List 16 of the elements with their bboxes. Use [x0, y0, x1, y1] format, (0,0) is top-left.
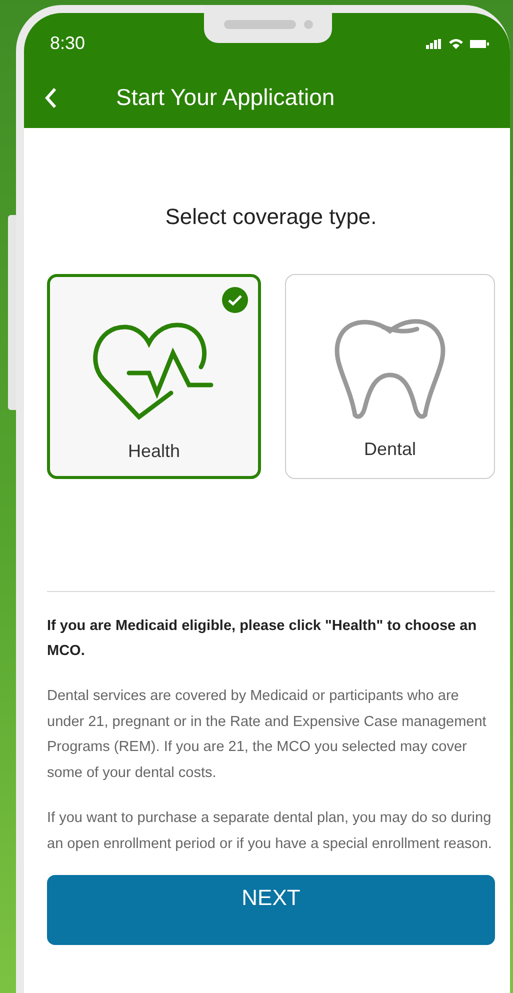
notice-text: If you are Medicaid eligible, please click "Health" to choose an MCO.: [47, 617, 478, 661]
check-icon: [222, 287, 248, 313]
coverage-option-card[interactable]: Health: [47, 274, 261, 479]
option-label: Dental: [364, 439, 416, 460]
option-label: Health: [128, 441, 180, 462]
wifi-icon: [448, 38, 464, 50]
status-time: 8:30: [50, 33, 86, 54]
battery-icon: [470, 38, 490, 48]
info-paragraph: Dental services are covered by Medicaid or participants who are under 21, pregnant or in the Rate and Expensive Case management Programs (REM). If you are 21, the MCO you selected may cover some of your dental costs.: [47, 687, 488, 782]
back-icon: [44, 86, 58, 108]
section-heading: Select coverage type.: [164, 204, 378, 230]
coverage-option-card[interactable]: Dental: [285, 274, 495, 479]
screen-title: Start Your Application: [116, 84, 335, 111]
next-button[interactable]: NEXT: [47, 875, 495, 945]
info-paragraph: If you want to purchase a separate dental plan, you may do so during an open enrollment period or if you have a special enrollment reason.: [47, 809, 493, 854]
signal-icon: [426, 38, 442, 48]
